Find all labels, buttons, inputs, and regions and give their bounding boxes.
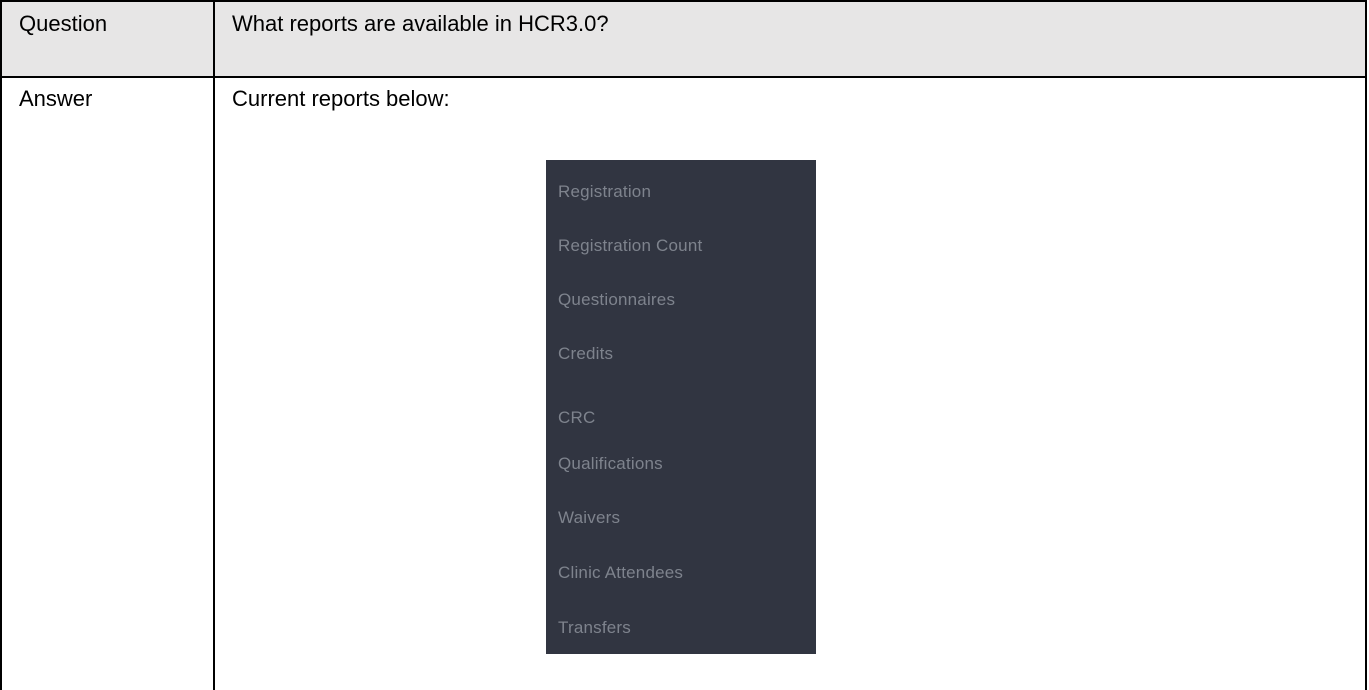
table-column-divider [213,0,215,690]
menu-item-registration[interactable]: Registration [558,182,651,202]
answer-intro: Current reports below: [232,86,450,111]
question-row-background [2,2,1365,76]
menu-item-transfers[interactable]: Transfers [558,618,631,638]
menu-item-crc[interactable]: CRC [558,408,595,428]
menu-item-clinic-attendees[interactable]: Clinic Attendees [558,563,683,583]
menu-item-registration-count[interactable]: Registration Count [558,236,702,256]
menu-item-questionnaires[interactable]: Questionnaires [558,290,675,310]
table-border-left [0,0,2,690]
reports-menu-panel: Registration Registration Count Question… [546,160,816,654]
question-text: What reports are available in HCR3.0? [232,11,609,36]
menu-item-qualifications[interactable]: Qualifications [558,454,663,474]
menu-item-waivers[interactable]: Waivers [558,508,620,528]
answer-label: Answer [19,86,93,111]
table-border-right [1365,0,1367,690]
menu-item-credits[interactable]: Credits [558,344,613,364]
table-border-top [0,0,1367,2]
question-label: Question [19,11,108,36]
faq-table: Question What reports are available in H… [0,0,1369,690]
table-row-divider [0,76,1367,78]
